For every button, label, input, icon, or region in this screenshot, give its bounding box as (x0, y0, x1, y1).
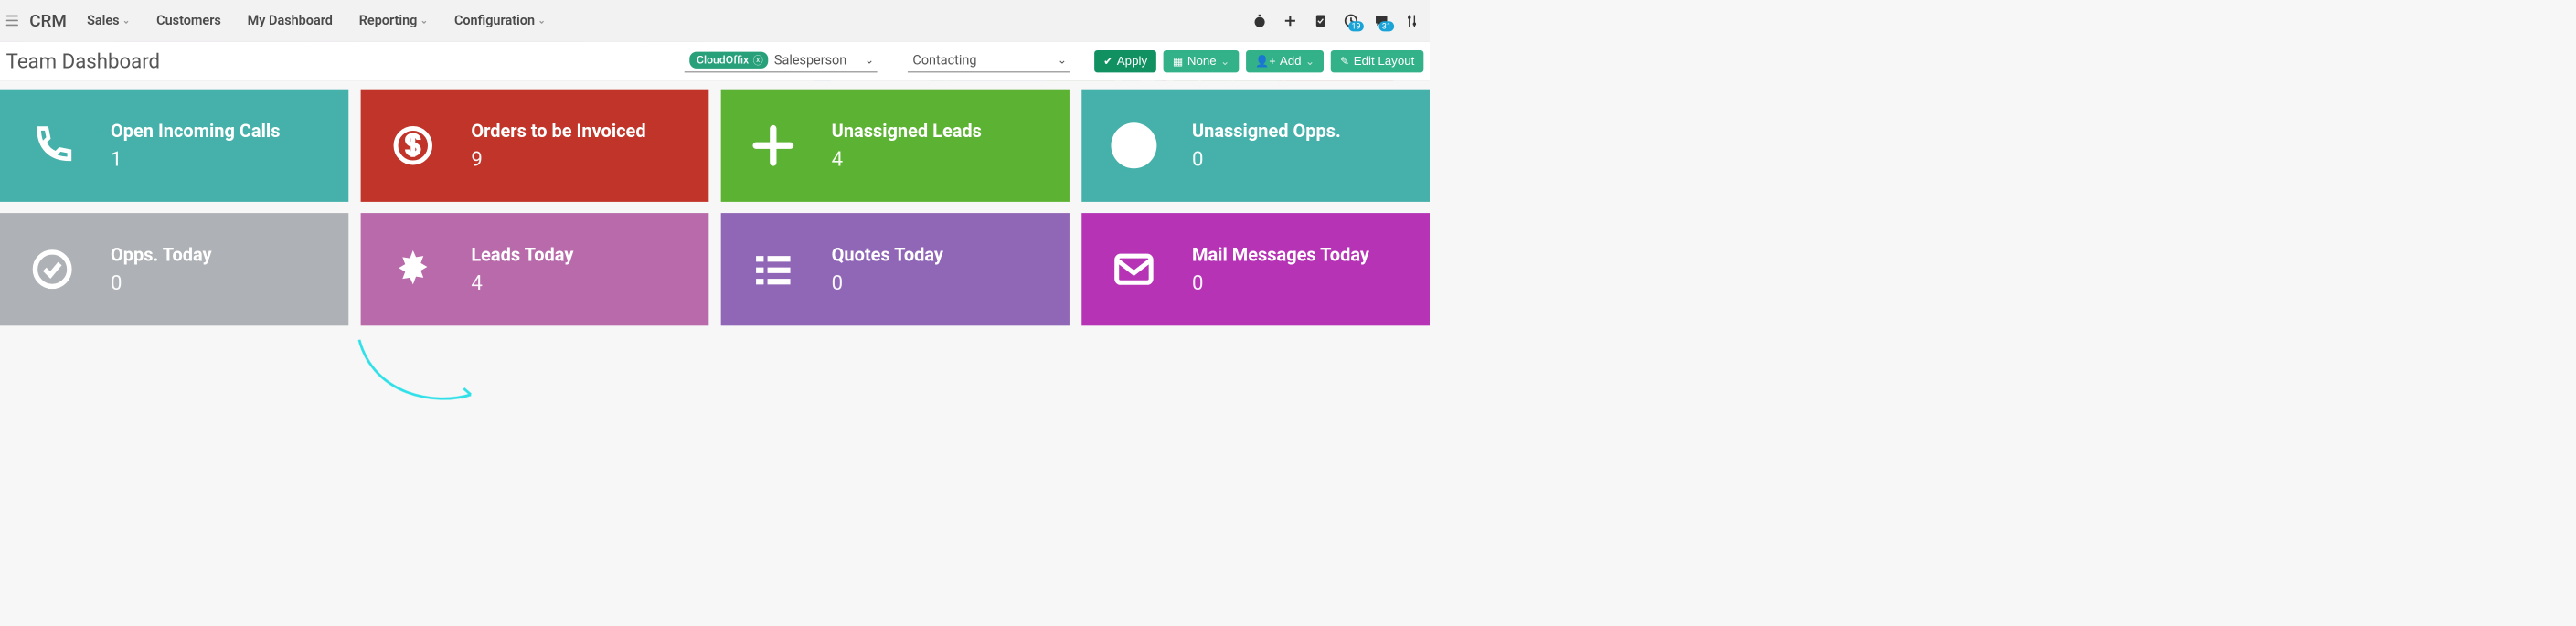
annotation-arrow (354, 334, 485, 416)
topbar: CRM Sales ⌄ Customers My Dashboard Repor… (0, 0, 1430, 42)
card-value: 1 (111, 147, 280, 171)
filter-chip-cloudoffix[interactable]: CloudOffix ⓧ (689, 52, 768, 69)
close-icon[interactable]: ⓧ (753, 55, 763, 65)
check-icon: ✔ (1103, 55, 1112, 68)
add-button[interactable]: 👤+ Add ⌄ (1246, 50, 1324, 72)
phone-icon (25, 122, 80, 168)
person-plus-icon: 👤+ (1255, 55, 1275, 68)
stopwatch-icon[interactable] (1251, 11, 1270, 30)
clock-icon[interactable]: 19 (1341, 11, 1360, 30)
plus-icon[interactable] (1281, 11, 1300, 30)
card-title: Quotes Today (832, 244, 943, 266)
chevron-down-icon: ⌄ (1305, 55, 1315, 68)
page-title: Team Dashboard (6, 49, 160, 73)
app-brand: CRM (29, 10, 67, 30)
nav-label: Customers (156, 13, 221, 28)
topbar-icon-tray: 19 31 (1251, 11, 1426, 30)
nav-item-customers[interactable]: Customers (156, 13, 221, 28)
card-mail-messages-today[interactable]: Mail Messages Today 0 (1081, 213, 1430, 325)
badge-count: 31 (1378, 21, 1394, 31)
nav-item-sales[interactable]: Sales ⌄ (87, 13, 130, 28)
card-title: Unassigned Opps. (1192, 120, 1341, 142)
card-title: Open Incoming Calls (111, 120, 280, 142)
card-unassigned-leads[interactable]: Unassigned Leads 4 (721, 90, 1070, 202)
button-label: Edit Layout (1354, 54, 1415, 69)
edit-layout-button[interactable]: ✎ Edit Layout (1331, 50, 1423, 72)
apply-button[interactable]: ✔ Apply (1094, 50, 1156, 72)
mail-icon (1106, 247, 1162, 292)
card-title: Opps. Today (111, 244, 212, 266)
plus-icon (745, 122, 801, 168)
list-icon (745, 247, 801, 292)
nav-label: My Dashboard (248, 13, 333, 28)
circle-icon (1106, 122, 1162, 168)
card-orders-to-be-invoiced[interactable]: Orders to be Invoiced 9 (360, 90, 708, 202)
nav-item-configuration[interactable]: Configuration ⌄ (454, 13, 546, 28)
chevron-down-icon: ⌄ (865, 54, 874, 67)
badge-count: 19 (1348, 21, 1364, 31)
card-opps-today[interactable]: Opps. Today 0 (0, 213, 348, 325)
card-value: 4 (471, 271, 573, 294)
card-unassigned-opps[interactable]: Unassigned Opps. 0 (1081, 90, 1430, 202)
none-button[interactable]: ▦ None ⌄ (1164, 50, 1239, 72)
card-open-incoming-calls[interactable]: Open Incoming Calls 1 (0, 90, 348, 202)
card-value: 0 (832, 271, 943, 294)
card-value: 0 (1192, 271, 1369, 294)
filter-chip-label: CloudOffix (697, 54, 749, 67)
card-value: 4 (832, 147, 982, 171)
clipboard-check-icon[interactable] (1311, 11, 1330, 30)
card-title: Unassigned Leads (832, 120, 982, 142)
contacting-value: Contacting (912, 52, 976, 68)
card-value: 0 (1192, 147, 1341, 171)
controlbar: Team Dashboard CloudOffix ⓧ Salesperson … (0, 42, 1430, 81)
calendar-icon: ▦ (1173, 55, 1184, 68)
chevron-down-icon: ⌄ (538, 16, 545, 27)
salesperson-select[interactable]: CloudOffix ⓧ Salesperson ⌄ (685, 50, 878, 72)
contacting-select[interactable]: Contacting ⌄ (908, 50, 1070, 72)
chevron-down-icon: ⌄ (1058, 54, 1067, 67)
button-label: None (1187, 54, 1217, 69)
card-value: 9 (471, 147, 645, 171)
card-title: Orders to be Invoiced (471, 120, 645, 142)
check-circle-icon (25, 247, 80, 292)
card-title: Leads Today (471, 244, 573, 266)
nav-label: Configuration (454, 13, 535, 28)
button-label: Add (1280, 54, 1302, 69)
chevron-down-icon: ⌄ (1220, 55, 1229, 68)
chevron-down-icon: ⌄ (420, 16, 428, 27)
card-title: Mail Messages Today (1192, 244, 1369, 266)
main-nav: Sales ⌄ Customers My Dashboard Reporting… (87, 13, 546, 28)
dollar-circle-icon (385, 122, 441, 168)
nav-label: Reporting (359, 13, 418, 28)
button-label: Apply (1117, 54, 1147, 69)
nav-label: Sales (87, 13, 119, 28)
nav-item-reporting[interactable]: Reporting ⌄ (359, 13, 428, 28)
card-quotes-today[interactable]: Quotes Today 0 (721, 213, 1070, 325)
card-value: 0 (111, 271, 212, 294)
salesperson-label: Salesperson (774, 52, 846, 68)
chevron-down-icon: ⌄ (122, 16, 130, 27)
nav-item-mydashboard[interactable]: My Dashboard (248, 13, 333, 28)
chat-icon[interactable]: 31 (1372, 11, 1391, 30)
burst-icon (385, 247, 441, 292)
pencil-icon: ✎ (1340, 55, 1349, 68)
hamburger-menu[interactable] (2, 10, 22, 30)
card-leads-today[interactable]: Leads Today 4 (360, 213, 708, 325)
dashboard-cards: Open Incoming Calls 1 Orders to be Invoi… (0, 81, 1430, 337)
sliders-icon[interactable] (1402, 11, 1421, 30)
